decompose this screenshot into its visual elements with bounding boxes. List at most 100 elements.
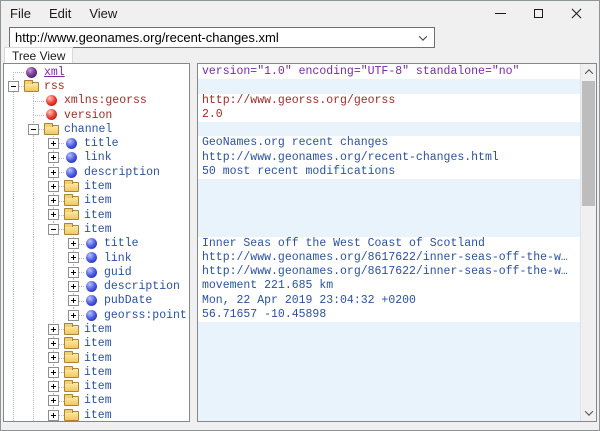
- tree-node-item[interactable]: item: [4, 337, 189, 351]
- tab-tree-view[interactable]: Tree View: [4, 47, 73, 63]
- expand-icon[interactable]: [48, 324, 59, 335]
- tree-node-version[interactable]: version: [4, 108, 189, 122]
- node-label: item: [81, 223, 112, 236]
- tab-label: Tree View: [12, 49, 65, 63]
- scroll-down-button[interactable]: [581, 405, 597, 421]
- expand-icon[interactable]: [48, 181, 59, 192]
- expand-icon[interactable]: [48, 381, 59, 392]
- expand-icon[interactable]: [48, 138, 59, 149]
- node-label: xml: [41, 66, 65, 79]
- scrollbar-thumb[interactable]: [582, 81, 595, 206]
- tree-node-link[interactable]: link: [4, 151, 189, 165]
- value-row: [198, 380, 580, 394]
- ball-red-icon: [44, 94, 61, 108]
- collapse-icon[interactable]: [48, 224, 59, 235]
- node-label: channel: [61, 123, 112, 136]
- node-label: item: [81, 366, 112, 379]
- address-dropdown-button[interactable]: [412, 28, 434, 47]
- expand-icon[interactable]: [68, 281, 79, 292]
- expand-icon[interactable]: [68, 238, 79, 249]
- value-row: version="1.0" encoding="UTF-8" standalon…: [198, 65, 580, 79]
- folder-icon: [64, 208, 81, 222]
- value-row: Mon, 22 Apr 2019 23:04:32 +0200: [198, 294, 580, 308]
- tree-node-item[interactable]: item: [4, 179, 189, 193]
- node-label: item: [81, 409, 112, 422]
- value-row: [198, 79, 580, 93]
- expand-icon[interactable]: [68, 252, 79, 263]
- expand-icon[interactable]: [48, 395, 59, 406]
- expand-icon[interactable]: [48, 195, 59, 206]
- value-row: http://www.geonames.org/recent-changes.h…: [198, 151, 580, 165]
- tree-node-item[interactable]: item: [4, 365, 189, 379]
- close-button[interactable]: [557, 1, 595, 26]
- ball-blue-icon: [64, 151, 81, 165]
- node-label: item: [81, 352, 112, 365]
- tree-node-rss[interactable]: rss: [4, 79, 189, 93]
- vertical-scrollbar[interactable]: [580, 64, 596, 421]
- tree-node-link[interactable]: link: [4, 251, 189, 265]
- value-panel: version="1.0" encoding="UTF-8" standalon…: [197, 63, 597, 422]
- menu-view[interactable]: View: [80, 1, 126, 26]
- address-input[interactable]: [10, 30, 412, 45]
- tree-node-xmlns:georss[interactable]: xmlns:georss: [4, 94, 189, 108]
- value-row: GeoNames.org recent changes: [198, 136, 580, 150]
- node-label: item: [81, 323, 112, 336]
- folder-icon: [64, 194, 81, 208]
- minimize-button[interactable]: [481, 1, 519, 26]
- tree-node-item[interactable]: item: [4, 351, 189, 365]
- tree-node-item[interactable]: item: [4, 394, 189, 408]
- folder-icon: [64, 222, 81, 236]
- expand-icon[interactable]: [68, 295, 79, 306]
- folder-icon: [44, 122, 61, 136]
- value-row: Inner Seas off the West Coast of Scotlan…: [198, 237, 580, 251]
- window-controls: [481, 1, 595, 26]
- expand-icon[interactable]: [48, 209, 59, 220]
- chevron-down-icon: [585, 407, 593, 415]
- menu-file[interactable]: File: [1, 1, 40, 26]
- tree-node-description[interactable]: description: [4, 279, 189, 293]
- ball-blue-icon: [84, 294, 101, 308]
- tree-node-description[interactable]: description: [4, 165, 189, 179]
- node-label: item: [81, 180, 112, 193]
- node-label: georss:point: [101, 309, 187, 322]
- minimize-icon: [495, 13, 506, 14]
- tree-node-xml[interactable]: xml: [4, 65, 189, 79]
- expand-icon[interactable]: [68, 310, 79, 321]
- tree-node-item[interactable]: item: [4, 380, 189, 394]
- node-label: item: [81, 380, 112, 393]
- tree-node-pubDate[interactable]: pubDate: [4, 294, 189, 308]
- expand-icon[interactable]: [48, 352, 59, 363]
- maximize-button[interactable]: [519, 1, 557, 26]
- tree-node-item[interactable]: item: [4, 208, 189, 222]
- tree-node-item[interactable]: item: [4, 408, 189, 422]
- node-label: description: [101, 280, 180, 293]
- value-row: [198, 337, 580, 351]
- maximize-icon: [534, 9, 543, 18]
- value-row: [198, 408, 580, 422]
- expand-icon[interactable]: [48, 152, 59, 163]
- expand-icon[interactable]: [48, 410, 59, 421]
- tree-node-channel[interactable]: channel: [4, 122, 189, 136]
- node-label: item: [81, 209, 112, 222]
- expand-icon[interactable]: [48, 338, 59, 349]
- tree-node-item[interactable]: item: [4, 222, 189, 236]
- close-icon: [571, 8, 582, 19]
- tree-node-item[interactable]: item: [4, 194, 189, 208]
- expand-icon[interactable]: [48, 367, 59, 378]
- scroll-up-button[interactable]: [581, 64, 597, 80]
- tree-node-guid[interactable]: guid: [4, 265, 189, 279]
- tree-node-item[interactable]: item: [4, 322, 189, 336]
- ball-blue-icon: [84, 251, 101, 265]
- collapse-icon[interactable]: [28, 124, 39, 135]
- ball-blue-icon: [64, 165, 81, 179]
- tree-node-title[interactable]: title: [4, 136, 189, 150]
- collapse-icon[interactable]: [8, 81, 19, 92]
- menu-edit[interactable]: Edit: [40, 1, 80, 26]
- chevron-up-icon: [585, 69, 593, 77]
- tree-node-title[interactable]: title: [4, 237, 189, 251]
- tree-node-georss:point[interactable]: georss:point: [4, 308, 189, 322]
- expand-icon[interactable]: [68, 267, 79, 278]
- tree-panel: xmlrssxmlns:georssversionchanneltitlelin…: [3, 63, 190, 422]
- value-row: 50 most recent modifications: [198, 165, 580, 179]
- expand-icon[interactable]: [48, 167, 59, 178]
